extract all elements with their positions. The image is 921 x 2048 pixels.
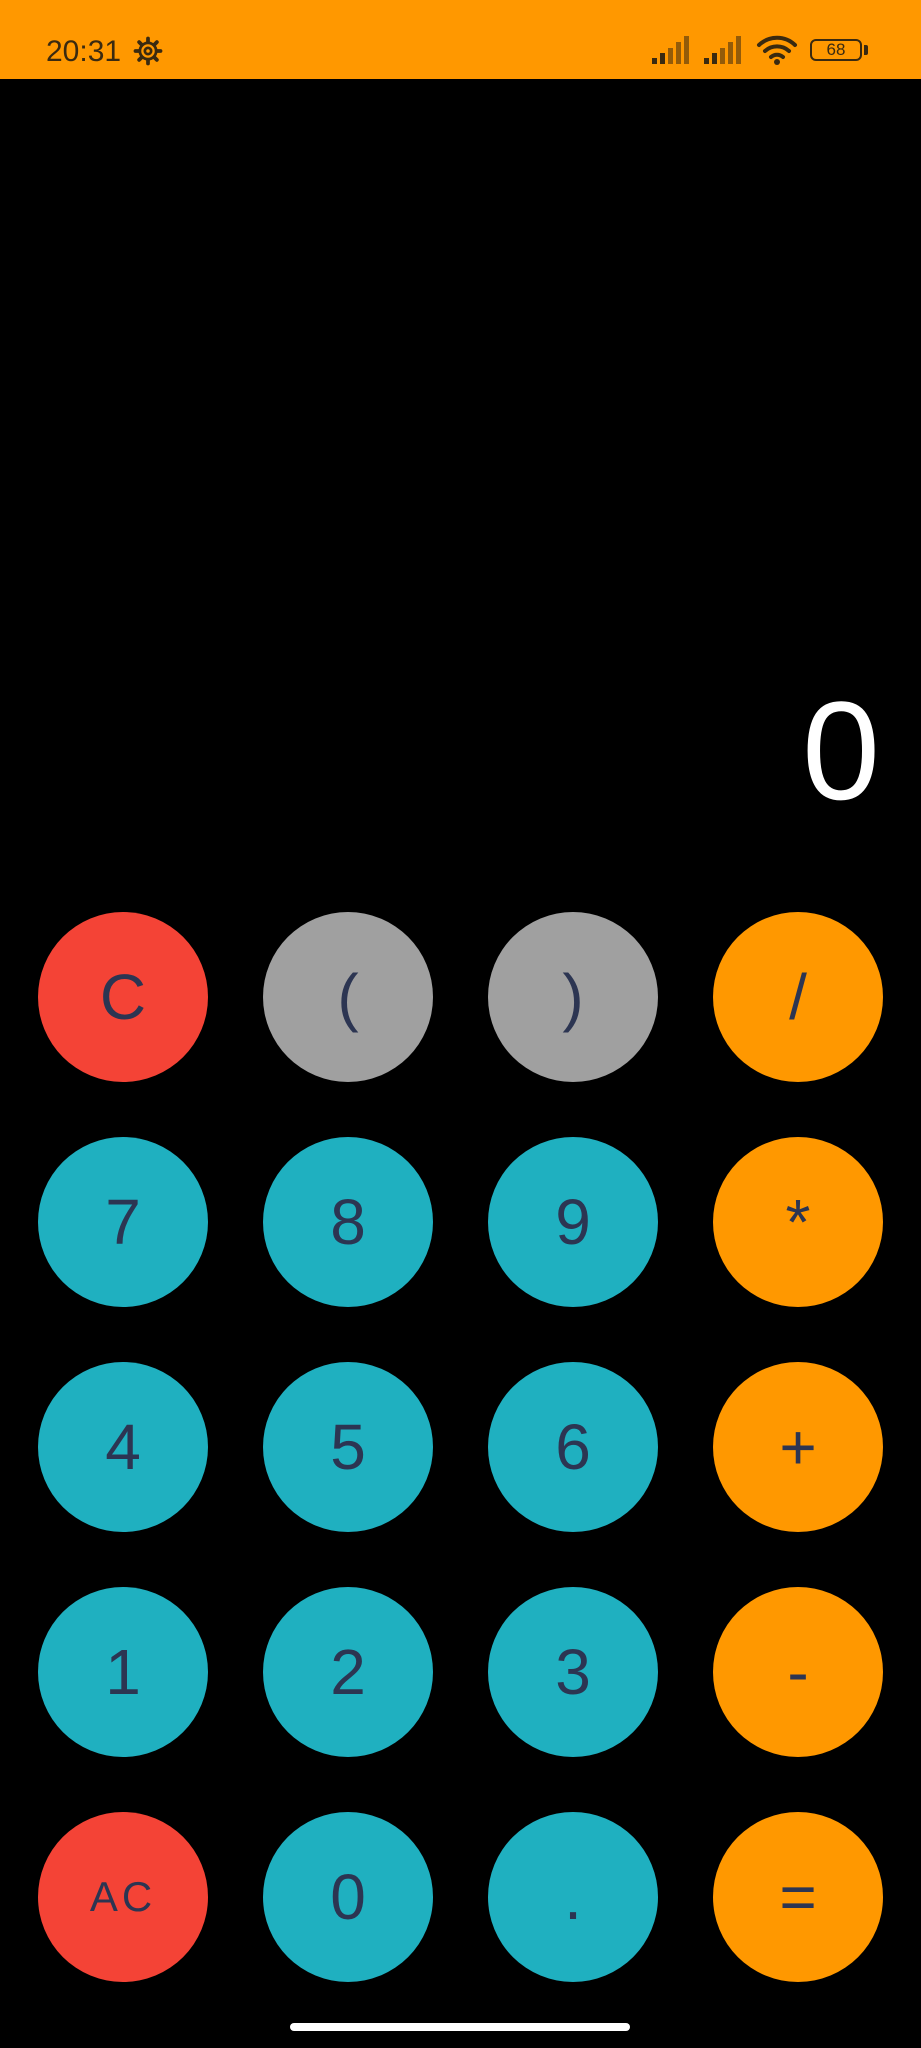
digit-9-button[interactable]: 9: [488, 1137, 658, 1307]
wifi-icon: [757, 35, 797, 65]
digit-4-button[interactable]: 4: [38, 1362, 208, 1532]
battery-icon: 68: [810, 39, 862, 61]
status-time: 20:31: [46, 35, 122, 68]
clear-button[interactable]: C: [38, 912, 208, 1082]
home-indicator[interactable]: [290, 2023, 630, 2031]
signal-icon: [652, 36, 689, 64]
digit-2-button[interactable]: 2: [263, 1587, 433, 1757]
digit-3-button[interactable]: 3: [488, 1587, 658, 1757]
digit-0-button[interactable]: 0: [263, 1812, 433, 1982]
subtract-button[interactable]: -: [713, 1587, 883, 1757]
result-display: 0: [802, 672, 880, 829]
divide-button[interactable]: /: [713, 912, 883, 1082]
decimal-point-button[interactable]: .: [488, 1812, 658, 1982]
digit-6-button[interactable]: 6: [488, 1362, 658, 1532]
signal-icon: [704, 36, 741, 64]
multiply-button[interactable]: *: [713, 1137, 883, 1307]
close-paren-button[interactable]: ): [488, 912, 658, 1082]
battery-tip: [864, 45, 868, 55]
add-button[interactable]: +: [713, 1362, 883, 1532]
open-paren-button[interactable]: (: [263, 912, 433, 1082]
equals-button[interactable]: =: [713, 1812, 883, 1982]
digit-5-button[interactable]: 5: [263, 1362, 433, 1532]
digit-1-button[interactable]: 1: [38, 1587, 208, 1757]
status-bar: 20:31 68: [0, 0, 921, 79]
digit-7-button[interactable]: 7: [38, 1137, 208, 1307]
battery-level: 68: [826, 40, 846, 59]
all-clear-button[interactable]: AC: [38, 1812, 208, 1982]
digit-8-button[interactable]: 8: [263, 1137, 433, 1307]
gear-icon: [133, 36, 163, 66]
